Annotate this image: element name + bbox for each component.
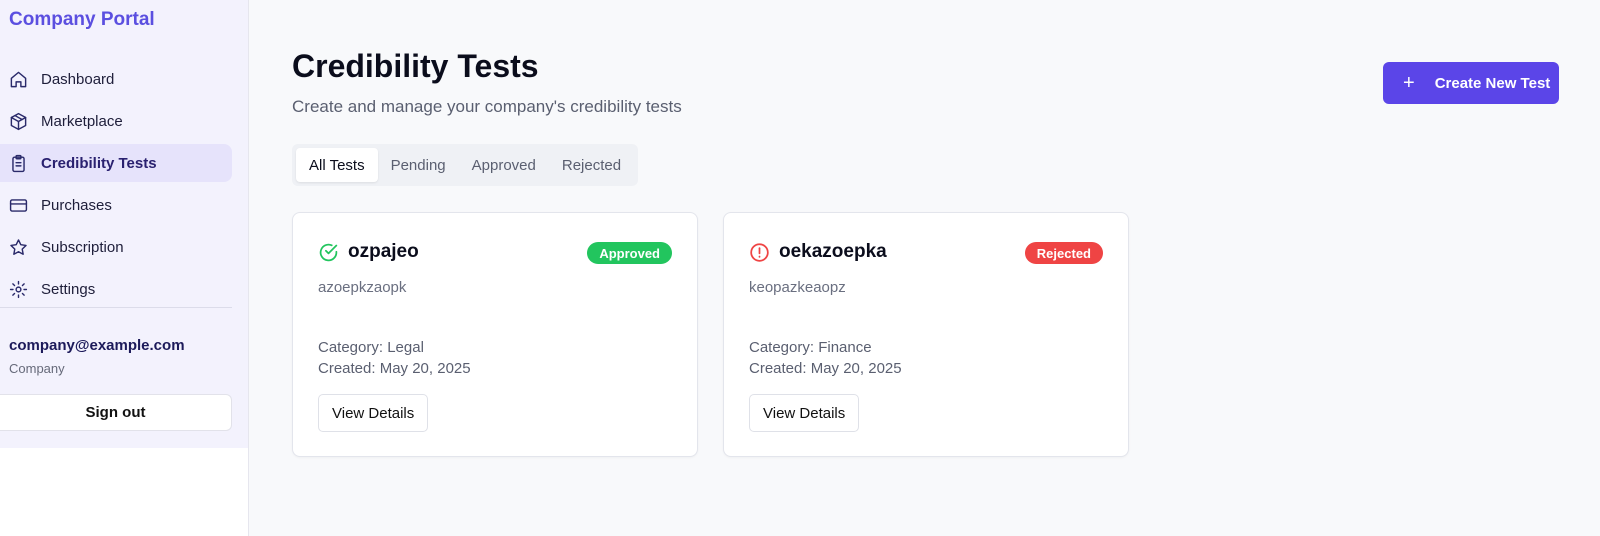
- home-icon: [9, 70, 28, 89]
- sidebar-item-label: Subscription: [41, 238, 124, 256]
- package-icon: [9, 112, 28, 131]
- test-card: oekazoepka Rejected keopazkeaopz Categor…: [723, 212, 1129, 457]
- card-created: Created: May 20, 2025: [749, 360, 902, 377]
- page-subtitle: Create and manage your company's credibi…: [292, 97, 682, 116]
- card-title: oekazoepka: [779, 241, 887, 262]
- sidebar-item-label: Marketplace: [41, 112, 123, 130]
- clipboard-icon: [9, 154, 28, 173]
- page-title: Credibility Tests: [292, 48, 539, 84]
- sidebar-item-purchases[interactable]: Purchases: [0, 186, 232, 224]
- user-role: Company: [9, 361, 65, 376]
- card-description: azoepkzaopk: [318, 279, 407, 296]
- status-badge: Approved: [587, 242, 672, 264]
- sidebar-nav: Dashboard Marketplace Credibility Tests …: [0, 60, 232, 312]
- card-header: oekazoepka: [749, 241, 887, 263]
- create-new-test-button[interactable]: + Create New Test: [1383, 62, 1559, 104]
- sidebar-item-dashboard[interactable]: Dashboard: [0, 60, 232, 98]
- status-badge: Rejected: [1024, 242, 1103, 264]
- sidebar-item-label: Settings: [41, 280, 96, 298]
- sidebar-item-label: Credibility Tests: [41, 154, 157, 172]
- card-category: Category: Finance: [749, 339, 872, 356]
- view-details-button[interactable]: View Details: [749, 394, 860, 432]
- card-meta: Category: Finance Created: May 20, 2025: [749, 337, 902, 379]
- user-email: company@example.com: [9, 337, 185, 354]
- brand-title[interactable]: Company Portal: [9, 9, 155, 31]
- sidebar-item-marketplace[interactable]: Marketplace: [0, 102, 232, 140]
- test-card: ozpajeo Approved azoepkzaopk Category: L…: [292, 212, 698, 457]
- sidebar-divider: [0, 307, 232, 308]
- sidebar-item-credibility-tests[interactable]: Credibility Tests: [0, 144, 232, 182]
- view-details-button[interactable]: View Details: [318, 394, 429, 432]
- sidebar-item-subscription[interactable]: Subscription: [0, 228, 232, 266]
- card-created: Created: May 20, 2025: [318, 360, 471, 377]
- filter-tabs: All Tests Pending Approved Rejected: [292, 144, 639, 186]
- tab-pending[interactable]: Pending: [378, 148, 459, 182]
- credit-card-icon: [9, 196, 28, 215]
- card-category: Category: Legal: [318, 339, 424, 356]
- gear-icon: [9, 280, 28, 299]
- card-header: ozpajeo: [318, 241, 419, 263]
- plus-icon: +: [1403, 72, 1415, 94]
- tab-all-tests[interactable]: All Tests: [296, 148, 378, 182]
- create-new-test-label: Create New Test: [1434, 74, 1551, 92]
- alert-circle-icon: [750, 242, 769, 262]
- star-icon: [9, 238, 28, 257]
- card-meta: Category: Legal Created: May 20, 2025: [318, 337, 471, 379]
- check-circle-icon: [319, 243, 338, 261]
- card-title: ozpajeo: [348, 241, 419, 262]
- sign-out-button[interactable]: Sign out: [0, 394, 232, 431]
- sidebar-item-label: Dashboard: [41, 70, 115, 88]
- sidebar-footer-blank: [0, 448, 249, 536]
- tab-approved[interactable]: Approved: [459, 148, 549, 182]
- sidebar: Company Portal Dashboard Marketplace Cre…: [0, 0, 249, 448]
- sidebar-item-label: Purchases: [41, 196, 112, 214]
- card-description: keopazkeaopz: [749, 279, 846, 296]
- main-content: Credibility Tests Create and manage your…: [250, 0, 1600, 536]
- sidebar-item-settings[interactable]: Settings: [0, 270, 232, 308]
- tab-rejected[interactable]: Rejected: [549, 148, 634, 182]
